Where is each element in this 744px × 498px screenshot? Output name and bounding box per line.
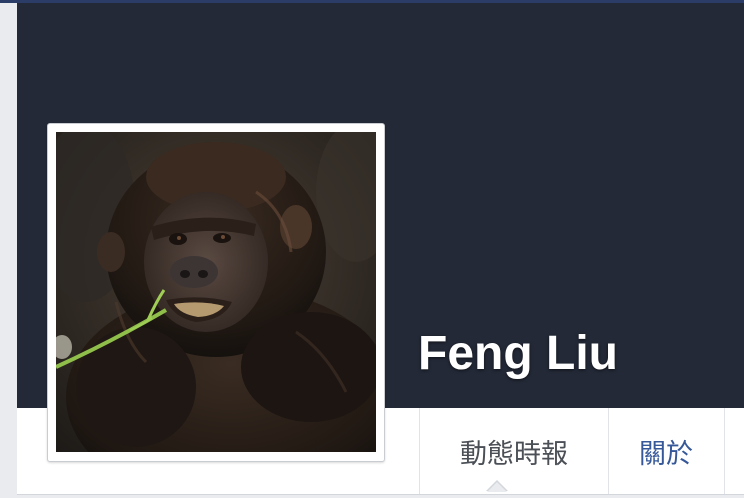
nav-divider	[724, 408, 725, 494]
profile-picture-frame[interactable]	[47, 123, 385, 462]
tab-about[interactable]: 關於	[609, 408, 723, 494]
profile-name[interactable]: Feng Liu	[418, 326, 618, 381]
left-gutter	[0, 3, 17, 498]
tab-timeline[interactable]: 動態時報	[420, 408, 608, 494]
active-tab-caret-inner	[487, 482, 507, 492]
gorilla-photo-image	[56, 132, 376, 452]
profile-picture[interactable]	[56, 132, 376, 452]
